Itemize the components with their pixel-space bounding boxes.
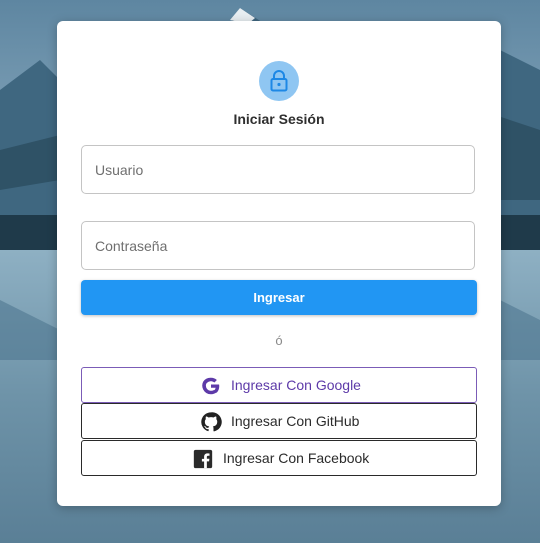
github-icon — [201, 412, 222, 432]
or-separator: ó — [275, 333, 283, 348]
google-icon — [202, 377, 220, 395]
username-field[interactable] — [81, 145, 475, 194]
facebook-login-button[interactable]: Ingresar Con Facebook — [81, 440, 477, 476]
github-login-button[interactable]: Ingresar Con GitHub — [81, 403, 477, 439]
login-card: Iniciar Sesión Ingresar ó Ingresar Con G… — [57, 21, 501, 506]
username-input[interactable] — [82, 146, 474, 193]
lock-avatar — [259, 61, 299, 101]
google-login-label: Ingresar Con Google — [231, 377, 361, 393]
google-login-button[interactable]: Ingresar Con Google — [81, 367, 477, 403]
facebook-login-label: Ingresar Con Facebook — [223, 450, 370, 466]
password-field[interactable] — [81, 221, 475, 270]
page-title: Iniciar Sesión — [233, 111, 325, 127]
lock-icon — [270, 70, 288, 92]
github-login-label: Ingresar Con GitHub — [231, 413, 360, 429]
password-input[interactable] — [82, 222, 474, 269]
facebook-icon — [193, 449, 213, 469]
login-button[interactable]: Ingresar — [81, 280, 477, 315]
